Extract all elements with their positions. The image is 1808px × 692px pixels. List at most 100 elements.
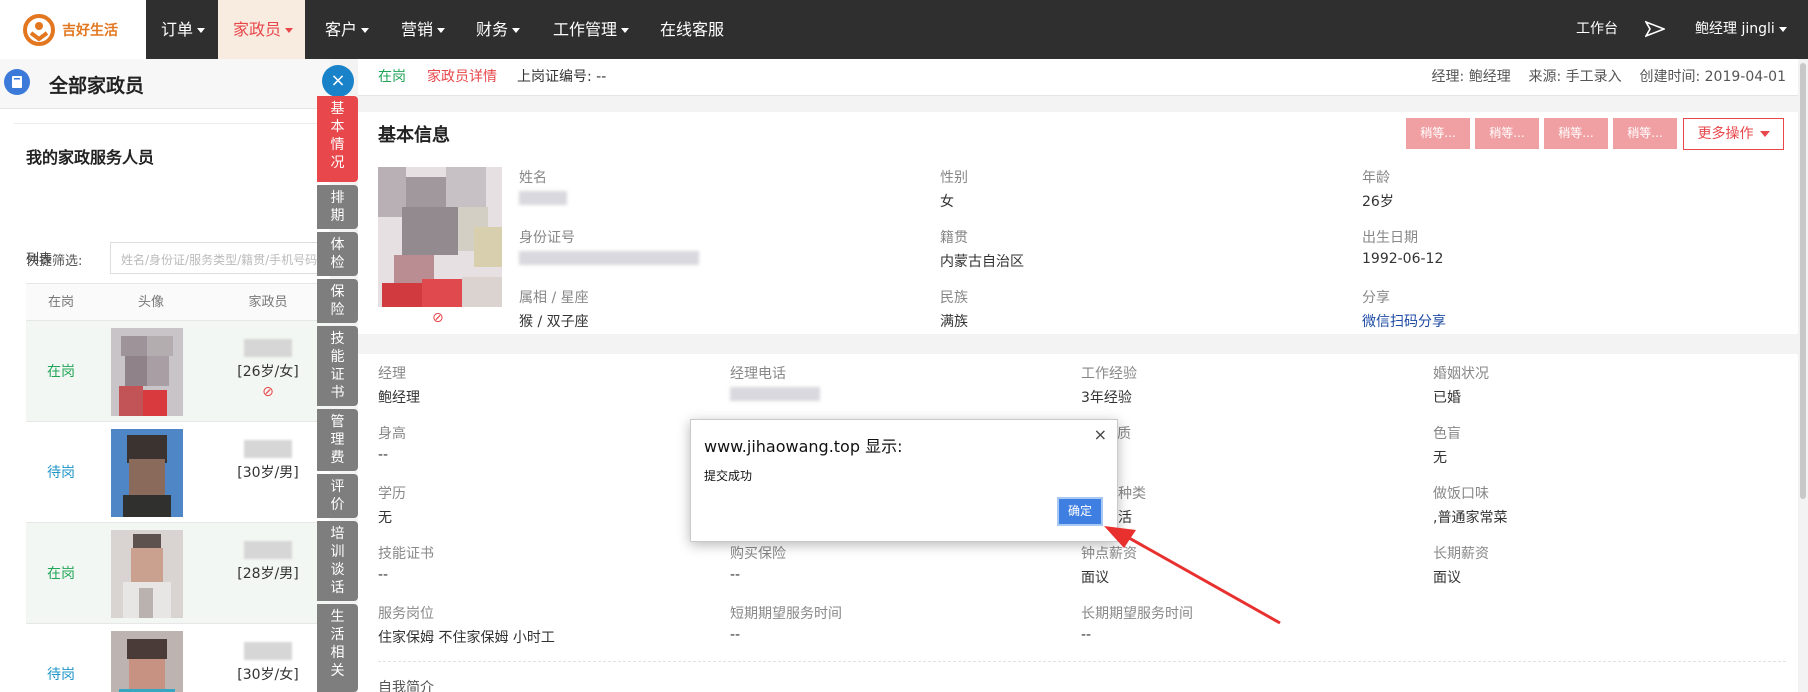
nav-work-management[interactable]: 工作管理 xyxy=(553,0,630,59)
loading-button[interactable]: 稍等... xyxy=(1475,118,1539,149)
chevron-down-icon xyxy=(1759,131,1770,137)
tab-life-related[interactable]: 生活相关 xyxy=(317,604,358,692)
loading-button[interactable]: 稍等... xyxy=(1406,118,1470,149)
field-value: 面议 xyxy=(1433,570,1461,586)
field-value: 猴 / 双子座 xyxy=(519,314,589,330)
nav-marketing[interactable]: 营销 xyxy=(401,0,446,59)
column-header-housekeeper: 家政员 xyxy=(206,283,330,321)
tab-health-check[interactable]: 体检 xyxy=(317,232,358,276)
nav-orders[interactable]: 订单 xyxy=(161,0,206,59)
field-label: 学历 xyxy=(378,486,406,502)
chevron-down-icon xyxy=(285,28,294,33)
field-value: 无 xyxy=(378,510,392,526)
annotation-arrow-icon xyxy=(1104,526,1281,625)
confirm-button[interactable]: 确定 xyxy=(1057,497,1103,526)
field-label: 分享 xyxy=(1362,290,1390,306)
brand-name: 吉好生活 xyxy=(62,22,118,39)
close-circle-icon[interactable]: × xyxy=(322,65,354,97)
avatar xyxy=(111,328,183,416)
field-value: 无 xyxy=(1433,450,1447,466)
loading-button[interactable]: 稍等... xyxy=(1613,118,1677,149)
housekeeper-info: [28岁/男] xyxy=(237,566,299,582)
blurred-name xyxy=(519,191,567,205)
list-label: 列表 xyxy=(26,252,53,267)
panel-subtitle: 我的家政服务人员 xyxy=(26,148,155,167)
blurred-id-number xyxy=(519,251,699,265)
tab-skill-certificates[interactable]: 技能证书 xyxy=(317,326,358,406)
field-label: 种类 xyxy=(1118,486,1146,502)
self-intro-label: 自我简介 xyxy=(378,680,434,692)
table-row[interactable]: 待岗 [30岁/女] xyxy=(26,624,330,692)
field-value: ,普通家常菜 xyxy=(1433,510,1508,526)
table-row[interactable]: 在岗 [26岁/女] ⊘ xyxy=(26,321,330,422)
nav-customers[interactable]: 客户 xyxy=(325,0,370,59)
field-value: -- xyxy=(730,627,741,643)
ban-icon: ⊘ xyxy=(262,384,274,400)
field-value: 内蒙古自治区 xyxy=(940,254,1024,270)
wechat-share-link[interactable]: 微信扫码分享 xyxy=(1362,311,1446,331)
field-label: 婚姻状况 xyxy=(1433,366,1489,382)
chevron-down-icon xyxy=(1778,26,1787,32)
field-label: 属相 / 星座 xyxy=(519,290,589,306)
field-label: 年龄 xyxy=(1362,170,1390,186)
nav-online-service[interactable]: 在线客服 xyxy=(660,0,724,59)
field-label: 短期期望服务时间 xyxy=(730,606,842,622)
field-label: 民族 xyxy=(940,290,968,306)
more-actions-button[interactable]: 更多操作 xyxy=(1683,118,1784,150)
table-row[interactable]: 待岗 [30岁/男] xyxy=(26,422,330,523)
section-divider-line xyxy=(378,661,1786,662)
send-icon[interactable] xyxy=(1645,20,1665,38)
field-value: 3年经验 xyxy=(1081,390,1132,406)
housekeeper-info: [30岁/男] xyxy=(237,465,299,481)
field-label: 工作经验 xyxy=(1081,366,1137,382)
chevron-down-icon xyxy=(197,28,206,33)
status-text: 在岗 xyxy=(47,566,75,582)
nav-finance[interactable]: 财务 xyxy=(476,0,521,59)
tab-insurance[interactable]: 保险 xyxy=(317,279,358,323)
tab-basic-info[interactable]: 基本情况 xyxy=(317,96,358,182)
field-value: -- xyxy=(1081,627,1092,643)
housekeeper-list-panel: 全部家政员 我的家政服务人员 快捷筛选: 姓名/身份证/服务类型/籍贯/手机号码… xyxy=(0,59,330,692)
blurred-name xyxy=(244,642,292,660)
avatar xyxy=(111,631,183,692)
chevron-down-icon xyxy=(621,28,630,33)
field-label: 性别 xyxy=(940,170,968,186)
filter-card: 我的家政服务人员 快捷筛选: 姓名/身份证/服务类型/籍贯/手机号码 xyxy=(14,123,330,274)
column-header-status[interactable]: 在岗 xyxy=(26,283,96,321)
tab-management-fee[interactable]: 管理费 xyxy=(317,409,358,471)
dialog-message: 提交成功 xyxy=(704,469,753,483)
field-value: 26岁 xyxy=(1362,194,1394,210)
tab-schedule[interactable]: 排期 xyxy=(317,185,358,229)
housekeeper-detail: 在岗 家政员详情 上岗证编号: -- 经理: 鲍经理 来源: 手工录入 创建时间… xyxy=(358,59,1798,692)
section-divider xyxy=(358,334,1798,354)
nav-housekeepers[interactable]: 家政员 xyxy=(218,0,305,59)
brand-logo[interactable]: 吉好生活 xyxy=(0,0,146,59)
housekeeper-photo[interactable] xyxy=(378,167,502,307)
tab-training-talks[interactable]: 培训谈话 xyxy=(317,521,358,601)
loading-button[interactable]: 稍等... xyxy=(1544,118,1608,149)
detail-link[interactable]: 家政员详情 xyxy=(427,59,497,95)
blurred-name xyxy=(244,339,292,357)
quick-filter-input[interactable]: 姓名/身份证/服务类型/籍贯/手机号码 xyxy=(110,242,330,274)
user-menu[interactable]: 鲍经理 jingli xyxy=(1695,0,1787,59)
blurred-phone xyxy=(730,387,820,401)
table-row[interactable]: 在岗 [28岁/男] xyxy=(26,523,330,624)
field-value: 住家保姆 不住家保姆 小时工 xyxy=(378,630,555,646)
panel-header: 全部家政员 xyxy=(0,59,330,109)
scrollbar-thumb[interactable] xyxy=(1800,63,1806,499)
housekeeper-info: [30岁/女] xyxy=(237,667,299,683)
close-icon[interactable]: × xyxy=(1094,425,1107,444)
page-scrollbar[interactable] xyxy=(1798,59,1808,692)
avatar xyxy=(111,429,183,517)
field-value: 满族 xyxy=(940,314,968,330)
field-label: 色盲 xyxy=(1433,426,1461,442)
field-label: 籍贯 xyxy=(940,230,968,246)
field-label: 出生日期 xyxy=(1362,230,1418,246)
field-label: 做饭口味 xyxy=(1433,486,1489,502)
field-value: 鲍经理 xyxy=(378,390,420,406)
workbench-link[interactable]: 工作台 xyxy=(1576,0,1618,59)
tab-reviews[interactable]: 评价 xyxy=(317,474,358,518)
alert-dialog: www.jihaowang.top 显示: × 提交成功 确定 xyxy=(690,419,1118,542)
field-label: 姓名 xyxy=(519,170,547,186)
field-value: 1992-06-12 xyxy=(1362,251,1444,267)
